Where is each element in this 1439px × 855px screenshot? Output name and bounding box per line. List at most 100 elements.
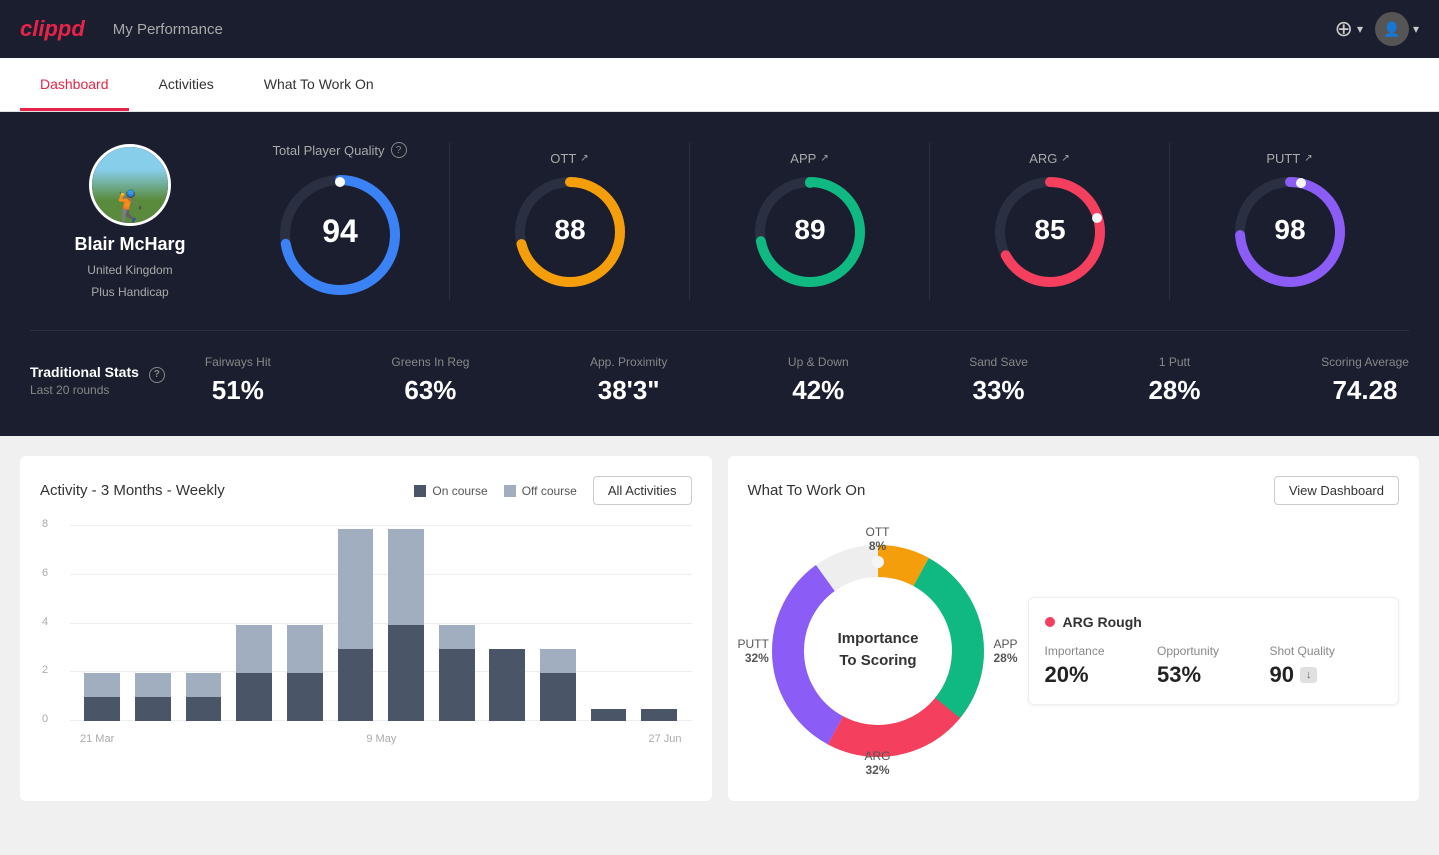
total-quality-help-icon[interactable]: ? <box>391 142 407 158</box>
bars-container <box>70 525 692 721</box>
header: clippd My Performance ⊕ ▾ 👤 ▾ <box>0 0 1439 58</box>
info-stat-shot-quality: Shot Quality 90 ↓ <box>1270 644 1383 688</box>
bar-12 <box>637 709 682 721</box>
all-activities-button[interactable]: All Activities <box>593 476 692 505</box>
gauge-putt: PUTT ↗ 98 <box>1170 142 1409 300</box>
tab-bar: Dashboard Activities What To Work On <box>0 58 1439 112</box>
activity-controls: On course Off course All Activities <box>414 476 691 505</box>
donut-label-putt: PUTT 32% <box>738 637 769 665</box>
trad-label: Traditional Stats ? <box>30 364 165 383</box>
view-dashboard-button[interactable]: View Dashboard <box>1274 476 1399 505</box>
x-label-jun: 27 Jun <box>648 733 681 745</box>
chart-legend: On course Off course <box>414 484 577 498</box>
gauge-total-svg: 94 <box>275 170 405 300</box>
bar-on <box>236 673 272 721</box>
bar-off <box>388 529 424 625</box>
bar-1 <box>80 673 125 721</box>
player-avatar: 🏌️ <box>89 144 171 226</box>
page-title: My Performance <box>113 21 223 38</box>
hero-section: 🏌️ Blair McHarg United Kingdom Plus Hand… <box>0 112 1439 436</box>
tab-dashboard[interactable]: Dashboard <box>20 58 129 111</box>
bar-off <box>540 649 576 673</box>
trad-label-block: Traditional Stats ? Last 20 rounds <box>30 364 165 397</box>
on-course-legend-dot <box>414 485 426 497</box>
donut-label-arg: ARG 32% <box>864 749 890 777</box>
gauge-app: APP ↗ 89 <box>690 142 930 300</box>
arg-dot-icon <box>1045 617 1055 627</box>
bar-11 <box>586 709 631 721</box>
plus-icon: ⊕ <box>1335 16 1353 42</box>
bar-on <box>591 709 627 721</box>
info-card-title: ARG Rough <box>1045 614 1383 630</box>
bar-on <box>439 649 475 721</box>
player-country: United Kingdom <box>87 263 172 277</box>
chart-area: 8 6 4 2 0 <box>40 525 692 745</box>
trad-stats-grid: Fairways Hit 51% Greens In Reg 63% App. … <box>205 355 1409 406</box>
logo-area: clippd My Performance <box>20 16 223 42</box>
work-on-card: What To Work On View Dashboard <box>728 456 1420 801</box>
main-content: Activity - 3 Months - Weekly On course O… <box>0 436 1439 821</box>
svg-text:To Scoring: To Scoring <box>839 652 916 669</box>
shot-quality-badge: ↓ <box>1300 667 1318 683</box>
gauge-arg: ARG ↗ 85 <box>930 142 1170 300</box>
app-trend-icon: ↗ <box>820 153 828 164</box>
legend-on-course: On course <box>414 484 487 498</box>
total-quality-label: Total Player Quality ? <box>273 142 407 158</box>
bar-on <box>186 697 222 721</box>
bar-on <box>84 697 120 721</box>
gauges-section: Total Player Quality ? 94 OTT ↗ <box>230 142 1409 300</box>
stat-updown: Up & Down 42% <box>788 355 849 406</box>
bar-off <box>84 673 120 697</box>
avatar: 👤 <box>1375 12 1409 46</box>
player-figure-icon: 🏌️ <box>110 191 150 223</box>
bar-off <box>338 529 374 649</box>
gauge-putt-svg: 98 <box>1230 172 1350 292</box>
bar-off <box>287 625 323 673</box>
bar-4 <box>232 625 277 721</box>
arg-rough-info-card: ARG Rough Importance 20% Opportunity 53%… <box>1028 597 1400 705</box>
tab-what-to-work-on[interactable]: What To Work On <box>244 58 394 111</box>
bar-on <box>489 649 525 721</box>
tab-activities[interactable]: Activities <box>139 58 234 111</box>
activity-title: Activity - 3 Months - Weekly <box>40 482 225 499</box>
work-on-title: What To Work On <box>748 482 866 499</box>
svg-text:Importance: Importance <box>837 630 918 647</box>
add-button[interactable]: ⊕ ▾ <box>1335 16 1363 42</box>
bar-7 <box>384 529 429 721</box>
x-label-may: 9 May <box>366 733 396 745</box>
info-stats: Importance 20% Opportunity 53% Shot Qual… <box>1045 644 1383 688</box>
arg-trend-icon: ↗ <box>1061 153 1069 164</box>
x-label-mar: 21 Mar <box>80 733 114 745</box>
bar-on <box>287 673 323 721</box>
stat-sandsave: Sand Save 33% <box>969 355 1028 406</box>
info-stat-importance: Importance 20% <box>1045 644 1158 688</box>
stat-proximity: App. Proximity 38'3" <box>590 355 667 406</box>
gauge-total-quality: Total Player Quality ? 94 <box>230 142 450 300</box>
x-labels: 21 Mar 9 May 27 Jun <box>70 733 692 745</box>
gauge-arg-svg: 85 <box>990 172 1110 292</box>
svg-text:98: 98 <box>1274 214 1305 245</box>
svg-text:94: 94 <box>322 213 358 249</box>
player-info: 🏌️ Blair McHarg United Kingdom Plus Hand… <box>30 144 230 299</box>
legend-off-course: Off course <box>504 484 577 498</box>
trad-sub: Last 20 rounds <box>30 383 165 397</box>
ott-label: OTT ↗ <box>550 151 588 166</box>
bar-5 <box>283 625 328 721</box>
traditional-stats: Traditional Stats ? Last 20 rounds Fairw… <box>30 331 1409 406</box>
gauge-ott: OTT ↗ 88 <box>450 142 690 300</box>
user-menu[interactable]: 👤 ▾ <box>1375 12 1419 46</box>
player-name: Blair McHarg <box>74 234 185 255</box>
bar-on <box>540 673 576 721</box>
bar-2 <box>131 673 176 721</box>
app-label: APP ↗ <box>790 151 828 166</box>
bar-9 <box>485 649 530 721</box>
trad-help-icon[interactable]: ? <box>149 367 165 383</box>
logo: clippd <box>20 16 85 42</box>
bar-off <box>186 673 222 697</box>
info-stat-opportunity: Opportunity 53% <box>1157 644 1270 688</box>
hero-top: 🏌️ Blair McHarg United Kingdom Plus Hand… <box>30 142 1409 331</box>
bar-3 <box>181 673 226 721</box>
work-on-header: What To Work On View Dashboard <box>748 476 1400 505</box>
svg-text:85: 85 <box>1034 214 1065 245</box>
bar-8 <box>434 625 479 721</box>
